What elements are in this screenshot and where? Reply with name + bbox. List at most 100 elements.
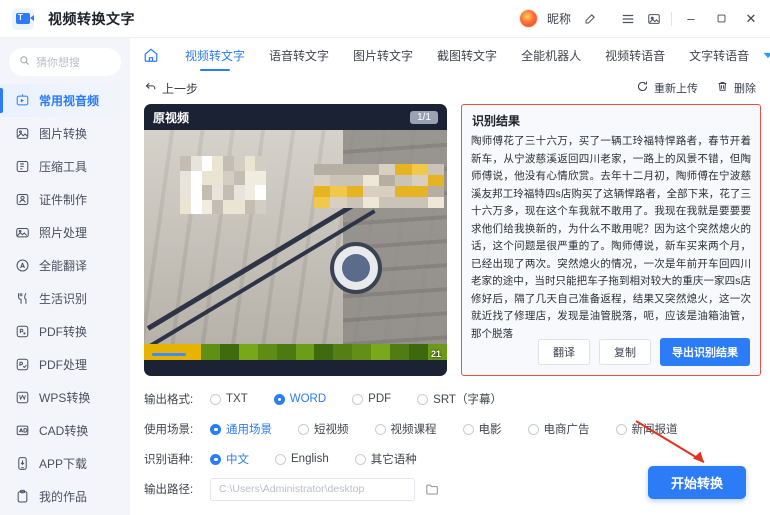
tab-4[interactable]: 截图转文字 [425, 38, 509, 72]
mosaic-block-right [314, 164, 444, 208]
format-option-4[interactable]: SRT（字幕） [417, 391, 502, 407]
format-option-3[interactable]: PDF [352, 393, 391, 405]
language-option-3[interactable]: 其它语种 [355, 451, 417, 467]
tab-3[interactable]: 图片转文字 [341, 38, 425, 72]
sidebar-item-11[interactable]: CAD转换 [0, 414, 130, 447]
video-panel-title: 原视频 [153, 109, 189, 126]
result-panel-footer: 翻译 复制 导出识别结果 [528, 338, 760, 366]
tab-list: 视频转文字 语音转文字 图片转文字 截图转文字 全能机器人 视频转语音 文字转语音 [173, 38, 761, 72]
nickname-label[interactable]: 昵称 [547, 10, 571, 27]
language-option-2[interactable]: English [275, 453, 329, 465]
sidebar-item-label: 照片处理 [39, 224, 87, 241]
delete-button[interactable]: 删除 [716, 80, 756, 96]
sidebar-item-label: PDF转换 [39, 323, 87, 340]
sidebar-item-label: 图片转换 [39, 125, 87, 142]
home-icon[interactable] [143, 47, 159, 63]
search-icon [19, 53, 30, 71]
refresh-icon [636, 80, 649, 96]
divider [671, 12, 672, 26]
output-path-label: 输出路径: [144, 481, 210, 497]
language-option-1[interactable]: 中文 [210, 451, 249, 467]
scene-option-5[interactable]: 电商广告 [528, 421, 590, 437]
scene-option-1[interactable]: 通用场景 [210, 421, 272, 437]
video-panel-header: 原视频 1/1 [144, 104, 447, 130]
sidebar-item-5[interactable]: 照片处理 [0, 216, 130, 249]
tab-2[interactable]: 语音转文字 [257, 38, 341, 72]
pdf-edit-icon [14, 356, 31, 373]
title-bar: 视频转换文字 昵称 – [0, 0, 770, 38]
radio-dot-icon [274, 394, 285, 405]
result-panel-title: 识别结果 [462, 105, 760, 133]
sidebar-item-1[interactable]: 常用视音频 [0, 84, 130, 117]
video-page-count: 1/1 [410, 111, 438, 124]
search-placeholder: 猜你想搜 [36, 54, 80, 70]
radio-dot-icon [375, 424, 386, 435]
trash-icon [716, 80, 729, 96]
id-card-icon [14, 191, 31, 208]
close-button[interactable]: ✕ [736, 6, 766, 32]
copy-button[interactable]: 复制 [599, 339, 651, 365]
scene-option-2[interactable]: 短视频 [298, 421, 349, 437]
tab-1[interactable]: 视频转文字 [173, 38, 257, 72]
tab-5[interactable]: 全能机器人 [509, 38, 593, 72]
output-path-value: C:\Users\Administrator\desktop [219, 483, 364, 495]
sidebar: 猜你想搜 常用视音频图片转换压缩工具 证件制作照片处理全能翻译 生活识别 PDF转换 P… [0, 38, 130, 515]
video-seek-bar[interactable] [152, 353, 186, 356]
format-option-1[interactable]: TXT [210, 393, 248, 405]
search-input[interactable]: 猜你想搜 [9, 48, 121, 76]
sidebar-item-4[interactable]: 证件制作 [0, 183, 130, 216]
scene-option-label: 短视频 [314, 421, 349, 437]
tab-6[interactable]: 视频转语音 [593, 38, 677, 72]
video-frame[interactable]: 21 [144, 130, 447, 360]
back-arrow-icon [144, 80, 157, 96]
hamburger-menu-icon[interactable] [615, 6, 641, 32]
sidebar-item-10[interactable]: WPS转换 [0, 381, 130, 414]
sidebar-item-13[interactable]: 我的作品 [0, 480, 130, 513]
scene-option-label: 电影 [479, 421, 502, 437]
sidebar-item-label: 我的作品 [39, 488, 87, 505]
photo-icon [14, 224, 31, 241]
scene-label: 使用场景: [144, 421, 210, 437]
translate-button[interactable]: 翻译 [538, 339, 590, 365]
sidebar-item-12[interactable]: APP下载 [0, 447, 130, 480]
tab-7[interactable]: 文字转语音 [677, 38, 761, 72]
radio-dot-icon [463, 424, 474, 435]
radio-dot-icon [275, 454, 286, 465]
export-result-button[interactable]: 导出识别结果 [660, 338, 750, 366]
video-preview-panel[interactable]: 原视频 1/1 21 [144, 104, 447, 376]
format-option-2[interactable]: WORD [274, 393, 326, 405]
output-path-input[interactable]: C:\Users\Administrator\desktop [210, 478, 415, 501]
avatar[interactable] [519, 9, 538, 28]
maximize-button[interactable] [706, 6, 736, 32]
scene-option-label: 视频课程 [391, 421, 437, 437]
radio-dot-icon [355, 454, 366, 465]
folder-browse-icon[interactable] [425, 482, 440, 497]
output-format-label: 输出格式: [144, 391, 210, 407]
compress-icon [14, 158, 31, 175]
sidebar-item-label: CAD转换 [39, 422, 88, 439]
scene-option-4[interactable]: 电影 [463, 421, 502, 437]
start-convert-button[interactable]: 开始转换 [648, 466, 746, 499]
sidebar-item-2[interactable]: 图片转换 [0, 117, 130, 150]
sidebar-item-3[interactable]: 压缩工具 [0, 150, 130, 183]
edit-profile-icon[interactable] [577, 6, 603, 32]
scene-option-label: 电商广告 [544, 421, 590, 437]
back-step-button[interactable]: 上一步 [144, 80, 198, 97]
reupload-button[interactable]: 重新上传 [636, 80, 698, 96]
minimize-button[interactable]: – [676, 6, 706, 32]
app-window: 视频转换文字 昵称 – [0, 0, 770, 515]
format-option-label: SRT（字幕） [433, 391, 502, 407]
image-icon [14, 125, 31, 142]
pdf-convert-icon [14, 323, 31, 340]
scene-option-3[interactable]: 视频课程 [375, 421, 437, 437]
language-option-label: 其它语种 [371, 451, 417, 467]
sidebar-item-9[interactable]: PDF处理 [0, 348, 130, 381]
recognition-result-text[interactable]: 陶师傅花了三十六万，买了一辆工玲福特悍路者，春节开着新车，从宁波慈溪返回四川老家… [462, 133, 760, 338]
theme-skin-icon[interactable] [641, 6, 667, 32]
back-step-label: 上一步 [162, 80, 198, 97]
radio-dot-icon [417, 394, 428, 405]
chevron-down-icon[interactable] [761, 48, 770, 62]
sidebar-item-8[interactable]: PDF转换 [0, 315, 130, 348]
sidebar-item-7[interactable]: 生活识别 [0, 282, 130, 315]
sidebar-item-6[interactable]: 全能翻译 [0, 249, 130, 282]
